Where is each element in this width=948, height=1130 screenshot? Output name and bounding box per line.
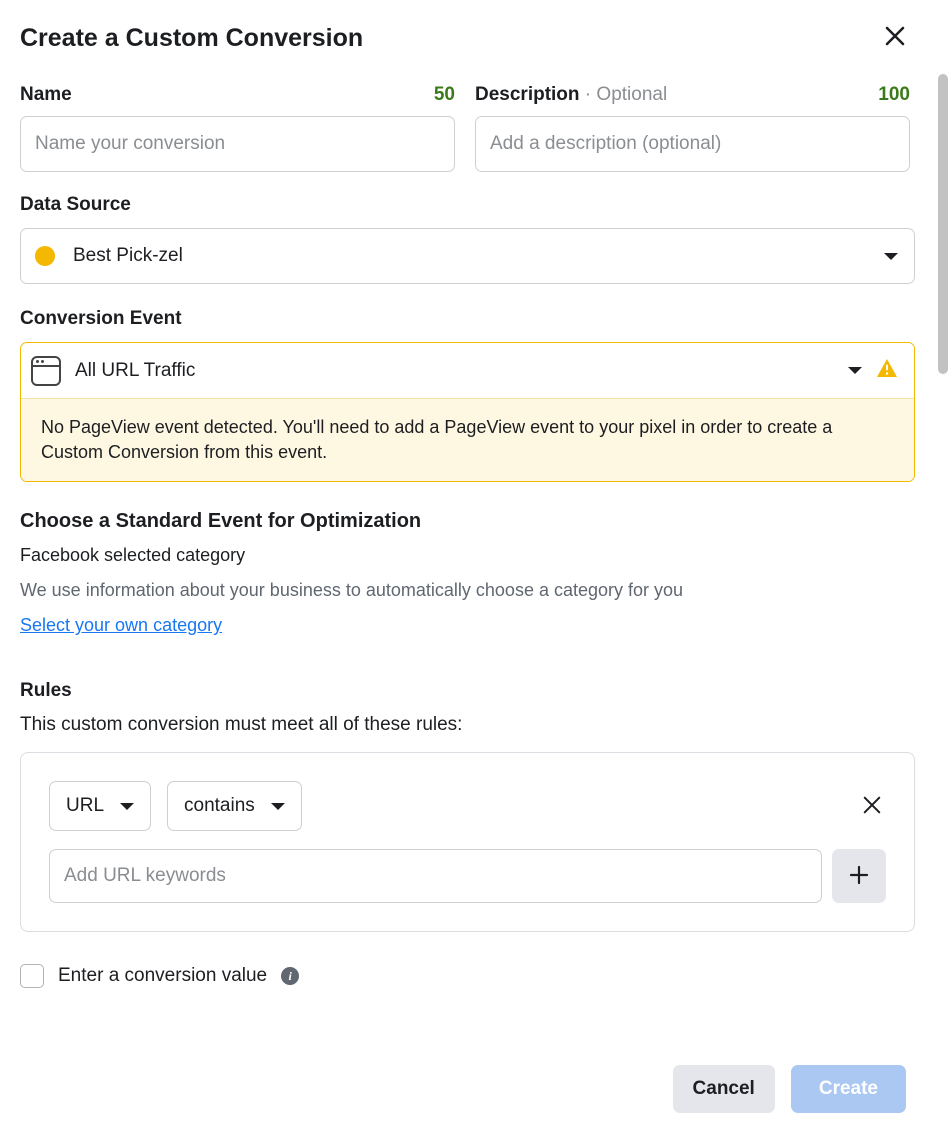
- close-icon: [862, 791, 882, 821]
- name-label: Name: [20, 84, 72, 106]
- rules-description: This custom conversion must meet all of …: [20, 714, 910, 736]
- status-dot-icon: [35, 246, 55, 266]
- warning-icon: [876, 358, 898, 383]
- optimization-subtext: Facebook selected category: [20, 545, 910, 566]
- rule-field-selected: URL: [66, 795, 104, 817]
- caret-down-icon: [848, 367, 862, 374]
- conversion-event-selected: All URL Traffic: [75, 360, 848, 382]
- caret-down-icon: [120, 803, 134, 810]
- data-source-label: Data Source: [20, 194, 910, 216]
- conversion-value-label: Enter a conversion value: [58, 965, 267, 987]
- rules-container: URL contains: [20, 752, 915, 932]
- conversion-value-checkbox[interactable]: [20, 964, 44, 988]
- conversion-event-label: Conversion Event: [20, 308, 910, 330]
- description-input[interactable]: [475, 116, 910, 172]
- scrollbar-thumb[interactable]: [938, 74, 948, 374]
- name-input[interactable]: [20, 116, 455, 172]
- rule-field-select[interactable]: URL: [49, 781, 151, 831]
- dialog-footer: Cancel Create: [0, 1046, 930, 1130]
- select-own-category-link[interactable]: Select your own category: [20, 615, 222, 636]
- close-button[interactable]: [880, 20, 910, 56]
- caret-down-icon: [884, 253, 898, 260]
- plus-icon: [849, 862, 869, 890]
- info-icon[interactable]: i: [281, 967, 299, 985]
- cancel-button[interactable]: Cancel: [673, 1065, 775, 1113]
- description-label: Description · Optional: [475, 84, 667, 106]
- rules-heading: Rules: [20, 680, 910, 702]
- remove-rule-button[interactable]: [858, 787, 886, 826]
- add-keyword-button[interactable]: [832, 849, 886, 903]
- optimization-help: We use information about your business t…: [20, 580, 910, 601]
- create-button[interactable]: Create: [791, 1065, 906, 1113]
- url-keywords-input[interactable]: [49, 849, 822, 903]
- dialog-title: Create a Custom Conversion: [20, 24, 363, 53]
- conversion-event-select[interactable]: All URL Traffic: [21, 343, 914, 399]
- close-icon: [884, 22, 906, 53]
- name-char-counter: 50: [434, 84, 455, 106]
- data-source-selected: Best Pick-zel: [73, 245, 884, 267]
- create-custom-conversion-dialog: Create a Custom Conversion Name 50 Descr…: [0, 0, 930, 1046]
- data-source-select[interactable]: Best Pick-zel: [20, 228, 915, 284]
- caret-down-icon: [271, 803, 285, 810]
- rule-operator-selected: contains: [184, 795, 255, 817]
- rule-operator-select[interactable]: contains: [167, 781, 302, 831]
- conversion-event-warning: No PageView event detected. You'll need …: [21, 399, 914, 481]
- optimization-heading: Choose a Standard Event for Optimization: [20, 510, 910, 533]
- description-char-counter: 100: [878, 84, 910, 106]
- browser-icon: [31, 356, 61, 386]
